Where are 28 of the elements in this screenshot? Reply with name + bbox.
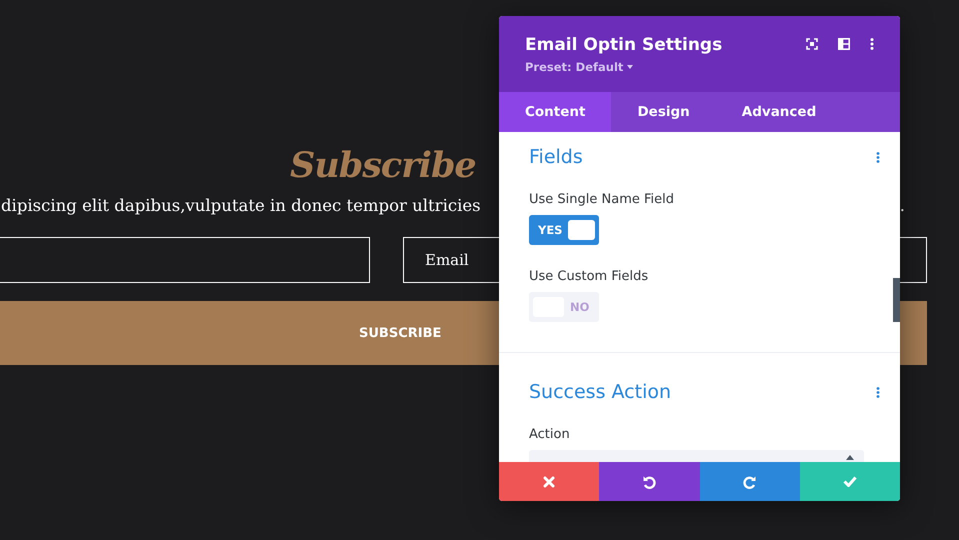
description-text: dipiscing elit dapibus,vulputate in donec tempor ultricies — [1, 195, 481, 217]
toggle-switch[interactable]: NO — [529, 292, 599, 322]
more-icon[interactable] — [876, 386, 880, 398]
section-title[interactable]: Fields — [529, 146, 583, 168]
modal-title: Email Optin Settings — [525, 34, 722, 56]
tab[interactable]: Design — [611, 92, 716, 132]
name-field[interactable] — [0, 237, 370, 283]
preset-dropdown[interactable]: Preset: Default — [525, 60, 722, 74]
more-icon[interactable] — [870, 38, 874, 50]
tab[interactable]: Advanced — [716, 92, 842, 132]
more-icon[interactable] — [876, 152, 880, 162]
sidebar-icon[interactable] — [838, 38, 850, 50]
section-title[interactable]: Success Action — [529, 381, 672, 403]
toggle-switch[interactable]: YES — [529, 215, 599, 245]
undo-icon — [642, 474, 656, 488]
option-label: Action — [529, 427, 571, 442]
redo-icon — [742, 474, 757, 488]
page-title: Subscribe — [290, 144, 476, 188]
close-icon — [543, 476, 556, 488]
expand-icon[interactable] — [806, 38, 818, 50]
caret-icon — [627, 65, 634, 69]
up-arrow-icon — [846, 455, 854, 460]
scrollbar[interactable] — [893, 278, 900, 322]
description-text: . — [900, 195, 905, 218]
option-label: Use Custom Fields — [529, 269, 650, 284]
tab[interactable]: Content — [499, 92, 612, 132]
option-label: Use Single Name Field — [529, 192, 676, 207]
check-icon — [842, 476, 857, 487]
